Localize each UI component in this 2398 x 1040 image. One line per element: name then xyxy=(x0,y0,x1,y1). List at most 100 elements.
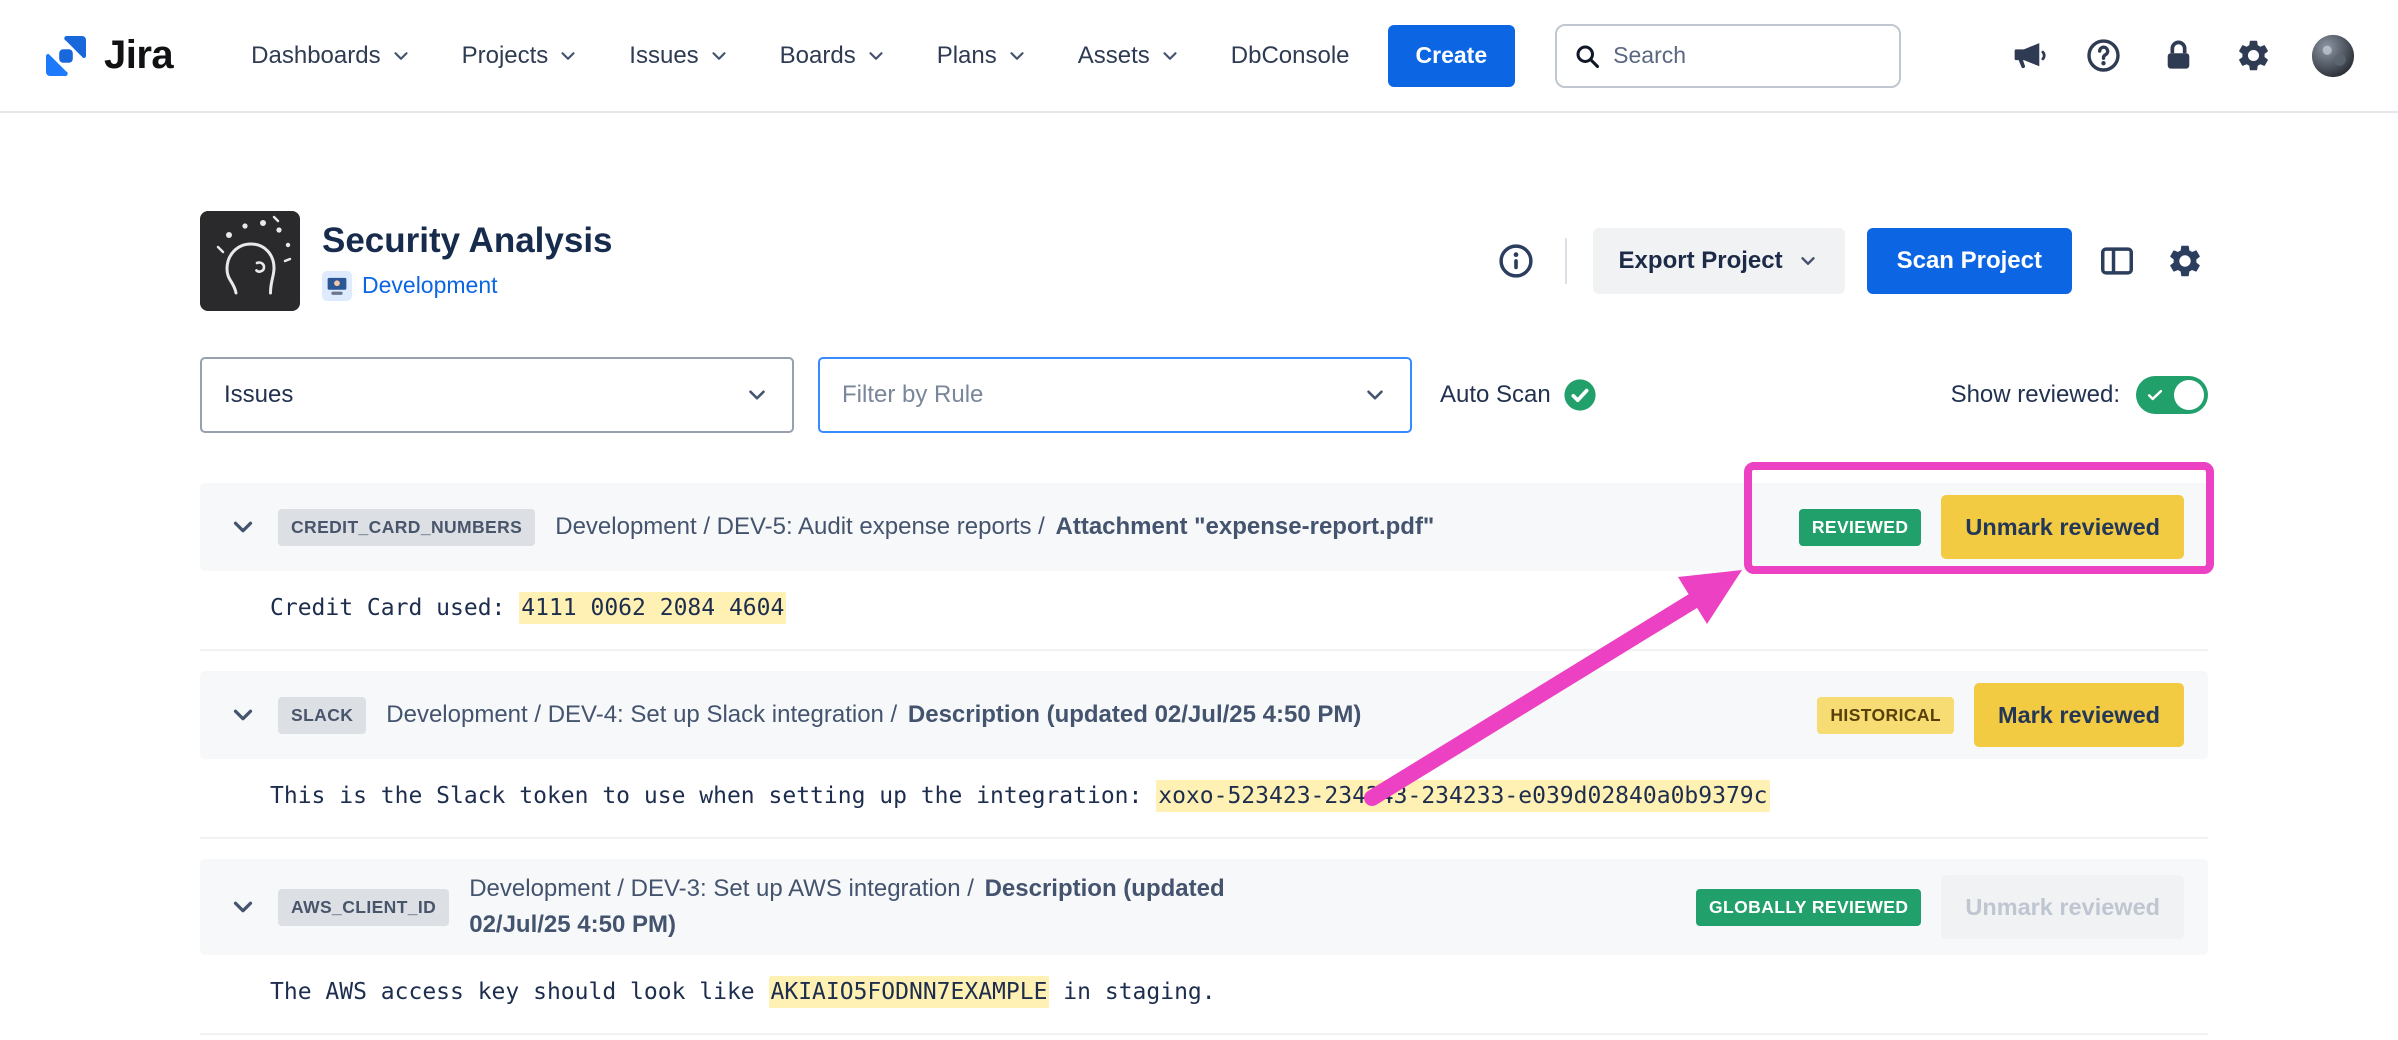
chevron-down-icon[interactable] xyxy=(228,700,258,730)
finding-content: This is the Slack token to use when sett… xyxy=(200,759,2208,839)
auto-scan-status: Auto Scan xyxy=(1440,378,1597,412)
finding-card-aws: AWS_CLIENT_ID Development / DEV-3: Set u… xyxy=(200,859,2208,1035)
user-avatar[interactable] xyxy=(2310,33,2356,79)
settings-gear-icon[interactable] xyxy=(2235,37,2272,74)
export-project-label: Export Project xyxy=(1619,247,1783,275)
finding-card-slack: SLACK Development / DEV-4: Set up Slack … xyxy=(200,671,2208,839)
toggle-knob xyxy=(2174,380,2204,410)
lock-icon[interactable] xyxy=(2160,37,2197,74)
content-text: Credit Card used: xyxy=(270,595,519,621)
chevron-down-icon xyxy=(557,45,579,67)
auto-scan-label: Auto Scan xyxy=(1440,381,1551,409)
jira-logo-icon xyxy=(42,32,90,80)
finding-content: Credit Card used: 4111 0062 2084 4604 xyxy=(200,571,2208,651)
nav-item-dashboards[interactable]: Dashboards xyxy=(251,42,411,70)
help-icon[interactable] xyxy=(2085,37,2122,74)
rule-filter-select[interactable]: Filter by Rule xyxy=(818,357,1412,433)
finding-header: AWS_CLIENT_ID Development / DEV-3: Set u… xyxy=(200,859,2208,955)
nav-label: Issues xyxy=(629,42,698,70)
chevron-down-icon xyxy=(1006,45,1028,67)
chevron-down-icon xyxy=(1159,45,1181,67)
main-nav: Dashboards Projects Issues Boards Plans … xyxy=(251,42,1349,70)
rule-badge: CREDIT_CARD_NUMBERS xyxy=(278,509,535,546)
status-badge: REVIEWED xyxy=(1799,509,1922,546)
finding-source: Description (updated 02/Jul/25 4:50 PM) xyxy=(908,701,1361,728)
nav-label: Plans xyxy=(937,42,997,70)
export-project-button[interactable]: Export Project xyxy=(1593,228,1845,294)
secret-highlight: 4111 0062 2084 4604 xyxy=(519,592,786,624)
chevron-down-icon xyxy=(744,382,770,408)
check-circle-icon xyxy=(1563,378,1597,412)
chevron-down-icon xyxy=(708,45,730,67)
content-text: This is the Slack token to use when sett… xyxy=(270,783,1156,809)
chevron-down-icon[interactable] xyxy=(228,512,258,542)
findings-list: CREDIT_CARD_NUMBERS Development / DEV-5:… xyxy=(200,483,2208,1035)
content-text: The AWS access key should look like xyxy=(270,979,769,1005)
finding-card-credit-card: CREDIT_CARD_NUMBERS Development / DEV-5:… xyxy=(200,483,2208,651)
nav-label: DbConsole xyxy=(1231,42,1350,70)
nav-item-dbconsole[interactable]: DbConsole xyxy=(1231,42,1350,70)
chevron-down-icon[interactable] xyxy=(228,892,258,922)
finding-path: Development / DEV-5: Audit expense repor… xyxy=(555,509,1434,545)
finding-actions: HISTORICAL Mark reviewed xyxy=(1817,683,2184,747)
project-actions: Export Project Scan Project xyxy=(1493,228,2208,294)
finding-breadcrumb: Development / DEV-4: Set up Slack integr… xyxy=(386,701,904,728)
search-icon xyxy=(1573,42,1601,70)
divider xyxy=(1565,238,1567,284)
project-mini-icon xyxy=(322,271,352,301)
unmark-reviewed-button[interactable]: Unmark reviewed xyxy=(1941,495,2184,559)
finding-actions: REVIEWED Unmark reviewed xyxy=(1799,495,2184,559)
chevron-down-icon xyxy=(1362,382,1388,408)
project-titles: Security Analysis Development xyxy=(322,221,613,300)
filter-bar: Issues Filter by Rule Auto Scan Show rev… xyxy=(200,357,2208,433)
search-input[interactable] xyxy=(1611,41,1883,70)
nav-item-projects[interactable]: Projects xyxy=(462,42,580,70)
announcements-megaphone-icon[interactable] xyxy=(2010,37,2047,74)
nav-item-issues[interactable]: Issues xyxy=(629,42,729,70)
rule-filter-placeholder: Filter by Rule xyxy=(842,381,983,409)
board-panel-icon[interactable] xyxy=(2094,238,2140,284)
nav-item-plans[interactable]: Plans xyxy=(937,42,1028,70)
chevron-down-icon xyxy=(865,45,887,67)
project-breadcrumb: Development xyxy=(322,271,613,301)
nav-item-boards[interactable]: Boards xyxy=(780,42,887,70)
nav-label: Boards xyxy=(780,42,856,70)
project-link[interactable]: Development xyxy=(362,272,498,299)
finding-path: Development / DEV-3: Set up AWS integrat… xyxy=(469,871,1269,943)
chevron-down-icon xyxy=(390,45,412,67)
jira-logo[interactable]: Jira xyxy=(42,32,173,80)
content-text: in staging. xyxy=(1049,979,1215,1005)
mark-reviewed-button[interactable]: Mark reviewed xyxy=(1974,683,2184,747)
secret-highlight: xoxo-523423-234243-234233-e039d02840a0b9… xyxy=(1156,780,1769,812)
main-content: Security Analysis Development Export Pro… xyxy=(0,211,2398,1035)
nav-label: Assets xyxy=(1078,42,1150,70)
scan-project-button[interactable]: Scan Project xyxy=(1867,228,2072,294)
nav-label: Projects xyxy=(462,42,549,70)
unmark-reviewed-button-disabled: Unmark reviewed xyxy=(1941,875,2184,939)
finding-header: SLACK Development / DEV-4: Set up Slack … xyxy=(200,671,2208,759)
show-reviewed-control: Show reviewed: xyxy=(1951,376,2208,414)
project-settings-gear-icon[interactable] xyxy=(2162,238,2208,284)
finding-type-select[interactable]: Issues xyxy=(200,357,794,433)
status-badge: GLOBALLY REVIEWED xyxy=(1696,889,1921,926)
rule-badge: SLACK xyxy=(278,697,366,734)
nav-icon-group xyxy=(2010,33,2356,79)
finding-type-value: Issues xyxy=(224,381,293,409)
rule-badge: AWS_CLIENT_ID xyxy=(278,889,449,926)
show-reviewed-toggle[interactable] xyxy=(2136,376,2208,414)
finding-content: The AWS access key should look like AKIA… xyxy=(200,955,2208,1035)
check-icon xyxy=(2145,385,2165,405)
project-avatar-image xyxy=(200,211,300,311)
search-box[interactable] xyxy=(1555,24,1901,88)
finding-actions: GLOBALLY REVIEWED Unmark reviewed xyxy=(1696,875,2184,939)
app-name: Jira xyxy=(104,33,173,78)
create-button[interactable]: Create xyxy=(1388,25,1516,87)
nav-item-assets[interactable]: Assets xyxy=(1078,42,1181,70)
chevron-down-icon xyxy=(1797,250,1819,272)
finding-header: CREDIT_CARD_NUMBERS Development / DEV-5:… xyxy=(200,483,2208,571)
info-icon[interactable] xyxy=(1493,238,1539,284)
finding-breadcrumb: Development / DEV-5: Audit expense repor… xyxy=(555,513,1051,540)
nav-label: Dashboards xyxy=(251,42,380,70)
finding-path: Development / DEV-4: Set up Slack integr… xyxy=(386,697,1361,733)
finding-source: Attachment "expense-report.pdf" xyxy=(1056,513,1435,540)
